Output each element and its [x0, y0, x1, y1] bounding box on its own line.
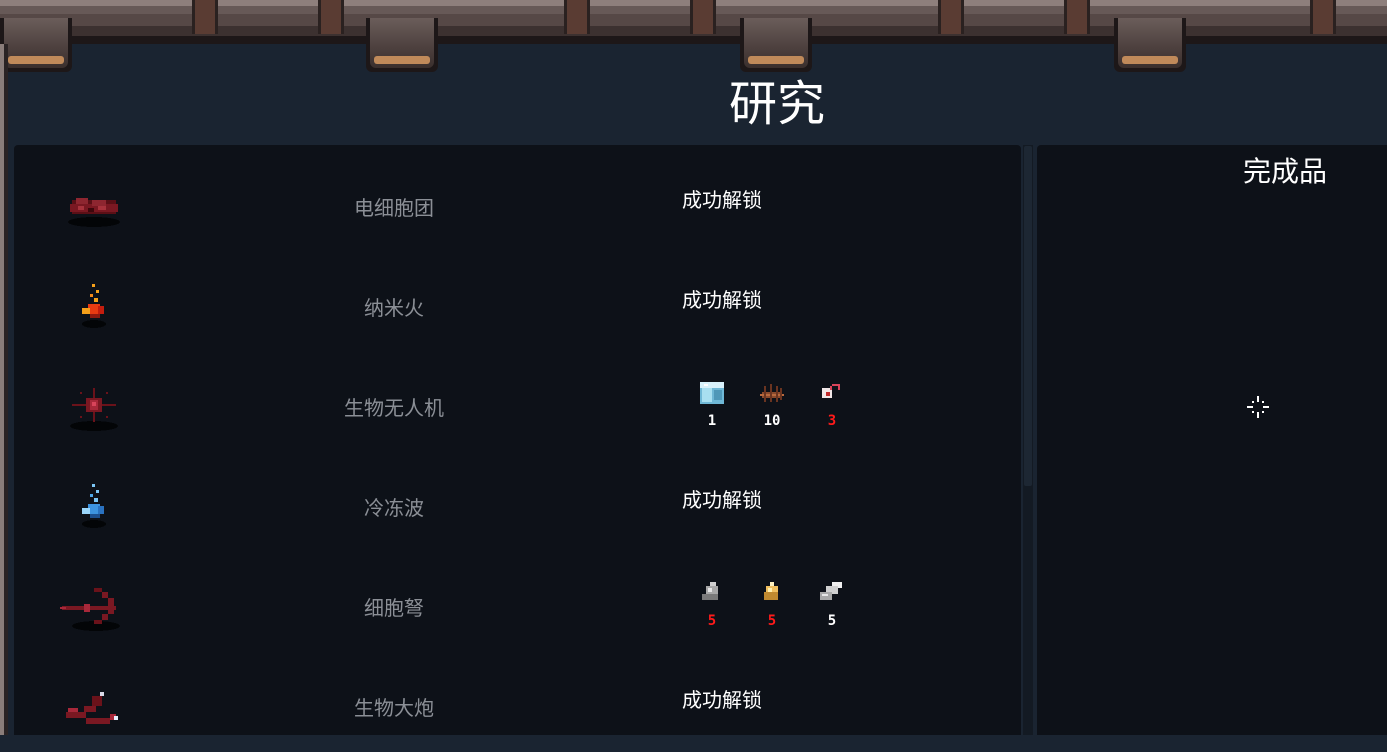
left-rail — [0, 44, 8, 735]
pipe-flange — [366, 18, 438, 72]
cell-crossbow-icon — [54, 562, 134, 642]
material-slot: 1 — [688, 374, 736, 434]
research-row[interactable]: 细胞弩 5 5 5 — [14, 552, 1021, 652]
fiber-bundle-icon — [760, 384, 784, 402]
material-slot: 3 — [808, 374, 856, 434]
crosshair-cursor-icon — [1246, 395, 1270, 419]
material-slot: 5 — [808, 574, 856, 634]
material-count: 3 — [827, 413, 837, 429]
eyeball-icon — [822, 384, 840, 398]
stone-shard-icon — [702, 582, 718, 600]
metal-ingot-icon — [820, 582, 842, 600]
pipe-joint — [1310, 0, 1336, 34]
research-screen: 研究 完成品 电细胞团 成功解锁 纳米火 成功解锁 生物无人机 1 10 3 冷… — [0, 0, 1387, 735]
research-row[interactable]: 电细胞团 成功解锁 — [14, 152, 1021, 252]
ice-cube-icon — [700, 382, 724, 404]
unlock-status: 成功解锁 — [682, 488, 762, 512]
pipe-flange — [740, 18, 812, 72]
pipe-flange — [0, 18, 72, 72]
material-count: 1 — [707, 413, 717, 429]
amber-crystal-icon — [764, 582, 778, 600]
freeze-wave-icon — [54, 462, 134, 542]
material-count: 5 — [707, 613, 717, 629]
material-slot: 5 — [688, 574, 736, 634]
pipe-joint — [192, 0, 218, 34]
pipe-joint — [938, 0, 964, 34]
material-count: 5 — [767, 613, 777, 629]
material-count: 5 — [827, 613, 837, 629]
nano-fire-icon — [54, 262, 134, 342]
bio-cannon-icon — [54, 662, 134, 742]
material-count: 10 — [763, 413, 781, 429]
finished-products-panel — [1037, 145, 1387, 735]
unlock-status: 成功解锁 — [682, 188, 762, 212]
research-item-name: 生物大炮 — [354, 696, 434, 720]
pipe-joint — [318, 0, 344, 34]
material-slot: 5 — [748, 574, 796, 634]
unlock-status: 成功解锁 — [682, 688, 762, 712]
bio-drone-icon — [54, 362, 134, 442]
cell-cluster-icon — [54, 162, 134, 242]
research-item-name: 电细胞团 — [354, 196, 434, 220]
pipe-joint — [690, 0, 716, 34]
research-item-name: 生物无人机 — [344, 396, 444, 420]
pipe-joint — [1064, 0, 1090, 34]
research-item-name: 细胞弩 — [364, 596, 424, 620]
research-row[interactable]: 生物大炮 成功解锁 — [14, 652, 1021, 752]
unlock-status: 成功解锁 — [682, 288, 762, 312]
pipe-flange — [1114, 18, 1186, 72]
research-row[interactable]: 生物无人机 1 10 3 — [14, 352, 1021, 452]
page-title: 研究 — [728, 76, 825, 132]
research-row[interactable]: 冷冻波 成功解锁 — [14, 452, 1021, 552]
material-slot: 10 — [748, 374, 796, 434]
finished-products-title: 完成品 — [1242, 155, 1327, 188]
research-item-name: 纳米火 — [364, 296, 424, 320]
research-item-name: 冷冻波 — [364, 496, 424, 520]
pipe-joint — [564, 0, 590, 34]
scrollbar-thumb[interactable] — [1024, 146, 1032, 486]
research-row[interactable]: 纳米火 成功解锁 — [14, 252, 1021, 352]
